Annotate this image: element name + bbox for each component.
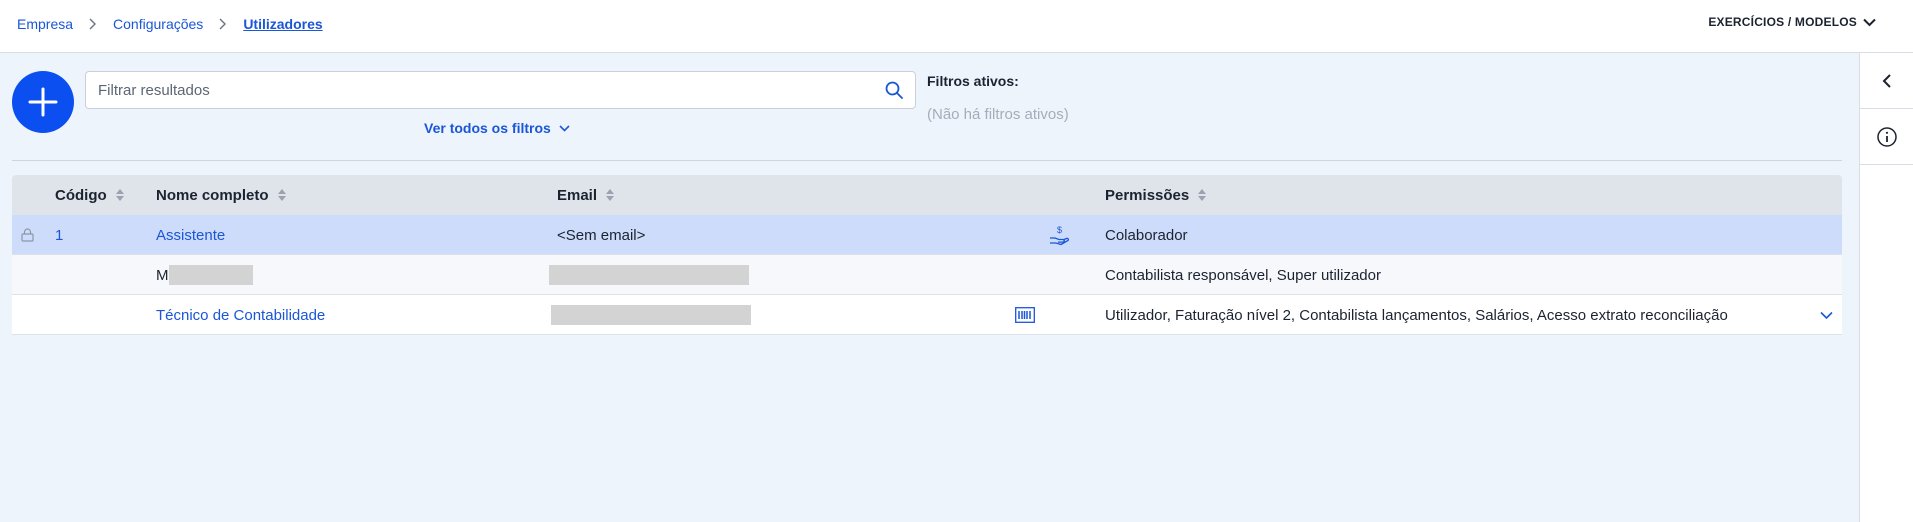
redacted-block bbox=[549, 265, 749, 285]
right-side-panel bbox=[1859, 53, 1913, 522]
column-header-nome-completo[interactable]: Nome completo bbox=[156, 175, 287, 215]
row-name[interactable]: Técnico de Contabilidade bbox=[156, 295, 325, 335]
row-email: <Sem email> bbox=[557, 226, 646, 244]
chevron-down-icon bbox=[1863, 18, 1876, 26]
divider bbox=[12, 160, 1842, 161]
table-row[interactable]: 1 Assistente <Sem email> $ Colaborador bbox=[12, 215, 1842, 255]
see-all-filters-button[interactable]: Ver todos os filtros bbox=[424, 120, 570, 136]
table-row[interactable]: Técnico de Contabilidade Utilizador, Fat… bbox=[12, 295, 1842, 335]
chevron-right-icon bbox=[203, 18, 243, 30]
chevron-right-icon bbox=[73, 18, 113, 30]
lock-icon bbox=[21, 215, 34, 255]
row-name[interactable]: Assistente bbox=[156, 215, 225, 255]
chevron-left-icon bbox=[1882, 73, 1891, 88]
row-permissions: Contabilista responsável, Super utilizad… bbox=[1105, 266, 1381, 284]
sort-icon bbox=[277, 189, 286, 201]
barcode-icon bbox=[1015, 295, 1035, 335]
row-permissions: Colaborador bbox=[1105, 226, 1188, 244]
info-icon bbox=[1876, 126, 1897, 147]
breadcrumb-configuracoes[interactable]: Configurações bbox=[113, 16, 203, 32]
row-email bbox=[551, 295, 751, 335]
search-box bbox=[85, 71, 916, 109]
redacted-block bbox=[551, 305, 751, 325]
row-permissions: Utilizador, Faturação nível 2, Contabili… bbox=[1105, 306, 1728, 324]
chevron-down-icon bbox=[559, 124, 570, 132]
users-table: Código Nome completo Email Permissões 1 bbox=[12, 175, 1842, 335]
expand-row-chevron-icon[interactable] bbox=[1820, 295, 1833, 335]
row-code[interactable]: 1 bbox=[55, 215, 63, 255]
see-all-filters-label: Ver todos os filtros bbox=[424, 120, 551, 136]
active-filters-title: Filtros ativos: bbox=[927, 73, 1019, 89]
hand-coin-icon: $ bbox=[1048, 215, 1070, 255]
breadcrumb-utilizadores[interactable]: Utilizadores bbox=[243, 16, 322, 32]
sort-icon bbox=[1198, 189, 1207, 201]
svg-text:$: $ bbox=[1057, 225, 1062, 235]
exercicios-modelos-label: EXERCÍCIOS / MODELOS bbox=[1708, 15, 1857, 29]
breadcrumb: Empresa Configurações Utilizadores bbox=[17, 16, 323, 32]
redacted-block bbox=[168, 265, 253, 285]
breadcrumb-empresa[interactable]: Empresa bbox=[17, 16, 73, 32]
search-icon[interactable] bbox=[885, 81, 903, 99]
info-button[interactable] bbox=[1860, 109, 1913, 165]
column-header-codigo[interactable]: Código bbox=[55, 175, 125, 215]
sort-icon bbox=[115, 189, 124, 201]
table-row[interactable]: M Contabilista responsável, Super utiliz… bbox=[12, 255, 1842, 295]
exercicios-modelos-menu[interactable]: EXERCÍCIOS / MODELOS bbox=[1708, 15, 1876, 29]
collapse-panel-button[interactable] bbox=[1860, 53, 1913, 109]
search-input[interactable] bbox=[98, 81, 885, 99]
active-filters-empty: (Não há filtros ativos) bbox=[927, 106, 1069, 123]
sort-icon bbox=[606, 189, 615, 201]
column-header-email[interactable]: Email bbox=[557, 175, 615, 215]
column-header-permissoes[interactable]: Permissões bbox=[1105, 175, 1207, 215]
row-email bbox=[549, 255, 749, 295]
top-bar: Empresa Configurações Utilizadores EXERC… bbox=[0, 0, 1913, 53]
plus-icon bbox=[28, 87, 58, 117]
add-user-button[interactable] bbox=[12, 71, 74, 133]
table-header: Código Nome completo Email Permissões bbox=[12, 175, 1842, 215]
row-name: M bbox=[156, 255, 253, 295]
main-content: Ver todos os filtros Filtros ativos: (Nã… bbox=[0, 53, 1859, 522]
